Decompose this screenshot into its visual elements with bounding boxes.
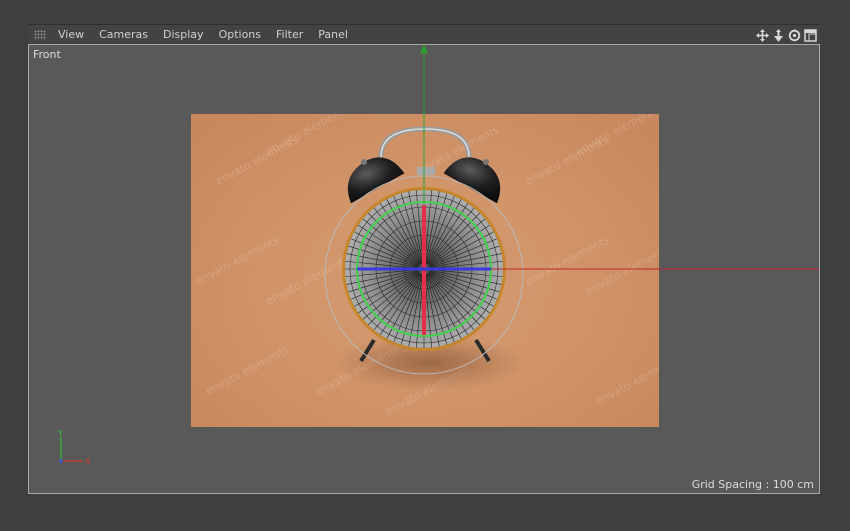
scene-overlay bbox=[324, 45, 819, 391]
menu-panel[interactable]: Panel bbox=[318, 25, 348, 45]
front-viewport[interactable]: envato elements envato elements envato e… bbox=[28, 44, 820, 494]
rotate-view-icon[interactable] bbox=[787, 28, 802, 43]
clock-handle bbox=[378, 126, 472, 158]
menu-filter[interactable]: Filter bbox=[276, 25, 303, 45]
panel-grip-icon[interactable] bbox=[34, 29, 46, 40]
menu-display[interactable]: Display bbox=[163, 25, 204, 45]
viewport-menu-bar: View Cameras Display Options Filter Pane… bbox=[28, 24, 820, 44]
grid-spacing-readout: Grid Spacing : 100 cm bbox=[691, 478, 814, 491]
x-axis-label: X bbox=[85, 457, 91, 466]
move-view-icon[interactable] bbox=[755, 28, 770, 43]
toggle-panel-icon[interactable] bbox=[803, 28, 818, 43]
menu-options[interactable]: Options bbox=[219, 25, 261, 45]
menu-view[interactable]: View bbox=[58, 25, 84, 45]
viewport-navigation-icons bbox=[754, 26, 818, 44]
y-axis-arrow-icon bbox=[420, 45, 428, 53]
axis-orientation-indicator: Y X bbox=[53, 429, 103, 473]
y-axis-label: Y bbox=[57, 429, 63, 438]
editor-window: View Cameras Display Options Filter Pane… bbox=[0, 0, 850, 531]
dolly-view-icon[interactable] bbox=[771, 28, 786, 43]
menu-cameras[interactable]: Cameras bbox=[99, 25, 148, 45]
viewport-name-label: Front bbox=[33, 48, 61, 61]
